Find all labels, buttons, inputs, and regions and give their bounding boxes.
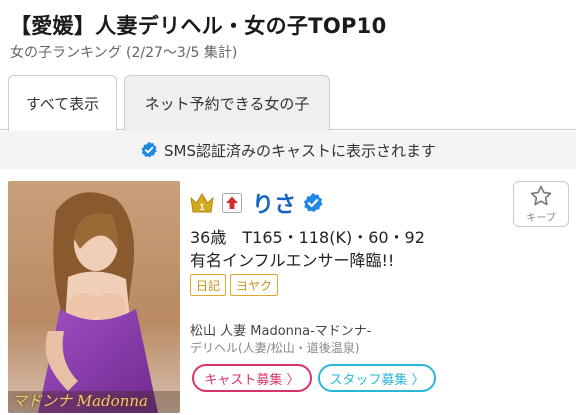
crown-rank-icon: 1 <box>190 193 214 213</box>
tab-net-reservation[interactable]: ネット予約できる女の子 <box>124 75 330 131</box>
verified-check-icon <box>141 141 157 158</box>
rank-up-icon <box>222 193 242 213</box>
cast-card: マドンナ Madonna 1 りさ 36歳 T165・118(K)・60・92 … <box>0 178 576 415</box>
cast-photo-image <box>8 181 180 413</box>
sms-notice: SMS認証済みのキャストに表示されます <box>0 131 576 169</box>
cast-stats: 36歳 T165・118(K)・60・92 <box>190 228 425 247</box>
photo-caption: マドンナ Madonna <box>12 392 148 410</box>
star-icon <box>530 185 552 206</box>
cast-tags: 日記 ヨヤク <box>190 274 282 296</box>
verified-badge-icon <box>303 192 323 213</box>
tab-bar: すべて表示 ネット予約できる女の子 <box>0 72 576 131</box>
tag-reservation[interactable]: ヨヤク <box>230 274 279 296</box>
cast-name[interactable]: りさ <box>252 187 296 219</box>
cast-recruit-button[interactable]: キャスト募集 〉 <box>192 364 312 392</box>
ranking-period: 女の子ランキング (2/27〜3/5 集計) <box>10 45 238 61</box>
keep-label: キープ <box>526 213 556 224</box>
tag-diary[interactable]: 日記 <box>190 274 227 296</box>
shop-category: デリヘル(人妻/松山・道後温泉) <box>190 341 360 355</box>
rank-row: 1 りさ <box>190 188 324 218</box>
page-title: 【愛媛】人妻デリヘル・女の子TOP10 <box>10 14 387 38</box>
staff-recruit-button[interactable]: スタッフ募集 〉 <box>318 364 436 392</box>
rank-number: 1 <box>199 202 204 212</box>
keep-button[interactable]: キープ <box>513 181 569 227</box>
page-header: 【愛媛】人妻デリヘル・女の子TOP10 女の子ランキング (2/27〜3/5 集… <box>0 0 576 70</box>
tab-all[interactable]: すべて表示 <box>8 75 117 131</box>
sms-notice-text: SMS認証済みのキャストに表示されます <box>164 141 436 160</box>
shop-name[interactable]: 松山 人妻 Madonna-マドンナ- <box>190 320 371 339</box>
cast-catchphrase: 有名インフルエンサー降臨!! <box>190 251 395 270</box>
cast-photo[interactable]: マドンナ Madonna <box>8 181 180 413</box>
